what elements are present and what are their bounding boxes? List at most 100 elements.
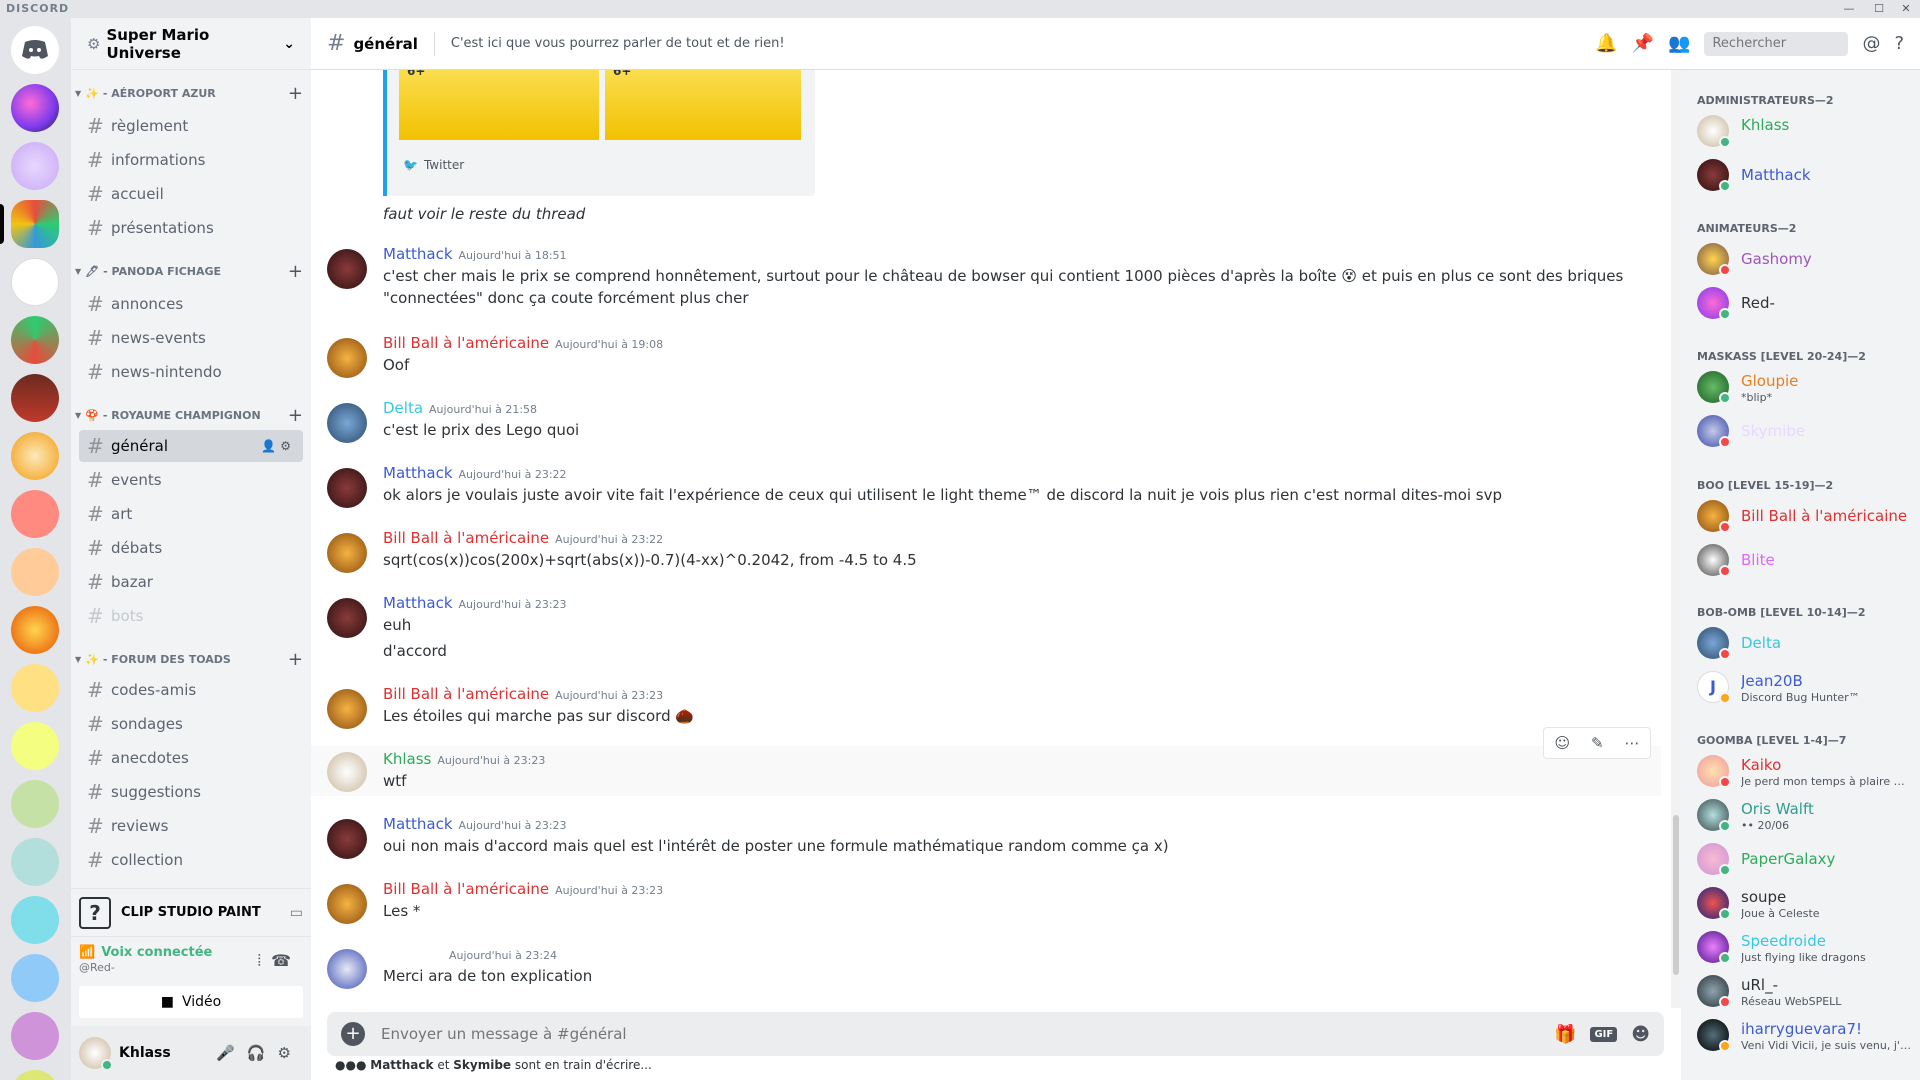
server-icon[interactable] [11,84,59,132]
message-author[interactable]: Bill Ball à l'américaine Aujourd'hui à 23… [383,529,663,547]
message-author[interactable]: Delta Aujourd'hui à 21:58 [383,399,537,417]
avatar[interactable] [327,752,367,792]
channel-news-events[interactable]: # news-events [79,322,303,354]
microphone-icon[interactable]: 🎤 [216,1044,247,1062]
member-item[interactable]: Bill Ball à l'américaine [1697,495,1912,537]
member-item[interactable]: iharryguevara7! Veni Vidi Vicii, je suis … [1697,1014,1912,1056]
server-icon[interactable] [11,316,59,364]
author-name[interactable]: Bill Ball à l'américaine [383,334,549,352]
channel-suggestions[interactable]: # suggestions [79,776,303,808]
author-name[interactable]: Bill Ball à l'américaine [383,685,549,703]
author-name[interactable]: Delta [383,399,423,417]
pencil-icon[interactable]: ✎ [1591,734,1604,752]
server-icon[interactable] [11,896,59,944]
member-item[interactable]: Red- [1697,282,1912,324]
add-channel-icon[interactable]: + [288,83,303,104]
message-author[interactable]: Bill Ball à l'américaine Aujourd'hui à 23… [383,685,663,703]
invite-settings-icons[interactable]: 👤⚙ [261,439,295,453]
avatar[interactable] [327,949,367,989]
member-item[interactable]: J Jean20B Discord Bug Hunter™ [1697,666,1912,708]
bell-icon[interactable]: 🔔 [1595,33,1617,54]
avatar[interactable] [327,338,367,378]
member-item[interactable]: uRl_- Réseau WebSPELL [1697,970,1912,1012]
pin-icon[interactable]: 📌 [1632,33,1654,54]
close-button[interactable]: ✕ [1893,1,1919,17]
member-item[interactable]: Gloupie *blip* [1697,366,1912,408]
add-channel-icon[interactable]: + [288,405,303,426]
add-attachment-button[interactable]: + [341,1022,365,1046]
server-header[interactable]: ⚙ Super Mario Universe ⌄ [71,18,311,70]
message-author[interactable]: Matthack Aujourd'hui à 23:23 [383,815,567,833]
channel-reviews[interactable]: # reviews [79,810,303,842]
author-name[interactable]: Bill Ball à l'américaine [383,529,549,547]
screen-share-icon[interactable]: ▭ [290,905,303,921]
video-button[interactable]: ■ Vidéo [79,986,303,1018]
member-item[interactable]: Kaiko Je perd mon temps à plaire au... [1697,750,1912,792]
gift-icon[interactable]: 🎁 [1554,1024,1576,1045]
server-icon[interactable] [11,722,59,770]
avatar[interactable] [327,598,367,638]
message-author[interactable]: Bill Ball à l'américaine Aujourd'hui à 19… [383,334,663,352]
server-icon[interactable] [11,606,59,654]
message-author[interactable]: Matthack Aujourd'hui à 18:51 [383,245,567,263]
member-item[interactable]: Khlass [1697,110,1912,152]
message-author[interactable]: Aujourd'hui à 23:24 [383,945,633,963]
voice-status[interactable]: Voix connectée [101,945,212,960]
channel-anecdotes[interactable]: # anecdotes [79,742,303,774]
channel-reglement[interactable]: # règlement [79,110,303,142]
disconnect-icon[interactable]: ☎ [271,951,301,970]
embed-image[interactable]: 6+ [605,70,801,140]
home-button[interactable] [11,26,59,74]
channel-general[interactable]: # général 👤⚙ [79,430,303,462]
gif-button[interactable]: GIF [1590,1026,1618,1042]
server-icon[interactable] [11,1070,59,1080]
author-name[interactable]: Matthack [383,245,453,263]
server-icon[interactable] [11,490,59,538]
avatar[interactable] [327,689,367,729]
server-icon[interactable] [11,258,59,306]
message-author[interactable]: Khlass Aujourd'hui à 23:23 [383,750,545,768]
channel-collection[interactable]: # collection [79,844,303,876]
more-icon[interactable]: ⋯ [1625,734,1640,752]
member-item[interactable]: Skymibe [1697,410,1912,452]
member-item[interactable]: PaperGalaxy [1697,838,1912,880]
author-name[interactable]: Matthack [383,594,453,612]
twitter-embed[interactable]: 6+ 6+ 🐦 Twitter [383,70,815,196]
channel-bots[interactable]: # bots [79,600,303,632]
server-icon[interactable] [11,780,59,828]
server-icon[interactable] [11,374,59,422]
server-icon[interactable] [11,664,59,712]
noise-suppression-icon[interactable]: ⦙ [257,951,271,970]
channel-informations[interactable]: # informations [79,144,303,176]
category-royaume-champignon[interactable]: ▼ 🍄 - ROYAUME CHAMPIGNON + [75,404,303,426]
channel-codes-amis[interactable]: # codes-amis [79,674,303,706]
minimize-button[interactable]: — [1836,1,1862,17]
channel-presentations[interactable]: # présentations [79,212,303,244]
channel-events[interactable]: # events [79,464,303,496]
server-icon[interactable] [11,142,59,190]
member-item[interactable]: Blite [1697,539,1912,581]
server-icon[interactable] [11,432,59,480]
message-author[interactable]: Matthack Aujourd'hui à 23:22 [383,464,567,482]
author-name[interactable]: Bill Ball à l'américaine [383,880,549,898]
member-item[interactable]: soupe Joue à Celeste [1697,882,1912,924]
add-channel-icon[interactable]: + [288,261,303,282]
channel-accueil[interactable]: # accueil [79,178,303,210]
emoji-icon[interactable]: ☻ [1631,1024,1650,1045]
members-icon[interactable]: 👥 [1668,33,1690,54]
avatar[interactable] [327,533,367,573]
avatar[interactable] [327,884,367,924]
maximize-button[interactable]: ☐ [1866,1,1892,17]
gear-icon[interactable]: ⚙ [278,1044,303,1062]
channel-debats[interactable]: # débats [79,532,303,564]
channel-annonces[interactable]: # annonces [79,288,303,320]
help-icon[interactable]: ? [1894,33,1904,54]
message-input[interactable] [381,1025,1555,1043]
member-item[interactable]: Matthack [1697,154,1912,196]
server-icon[interactable] [11,954,59,1002]
member-item[interactable]: Oris Walft •• 20/06 [1697,794,1912,836]
member-item[interactable]: Gashomy [1697,238,1912,280]
channel-art[interactable]: # art [79,498,303,530]
category-panoda-fichage[interactable]: ▼ 🖊 - PANODA FICHAGE + [75,260,303,282]
server-icon[interactable] [11,548,59,596]
